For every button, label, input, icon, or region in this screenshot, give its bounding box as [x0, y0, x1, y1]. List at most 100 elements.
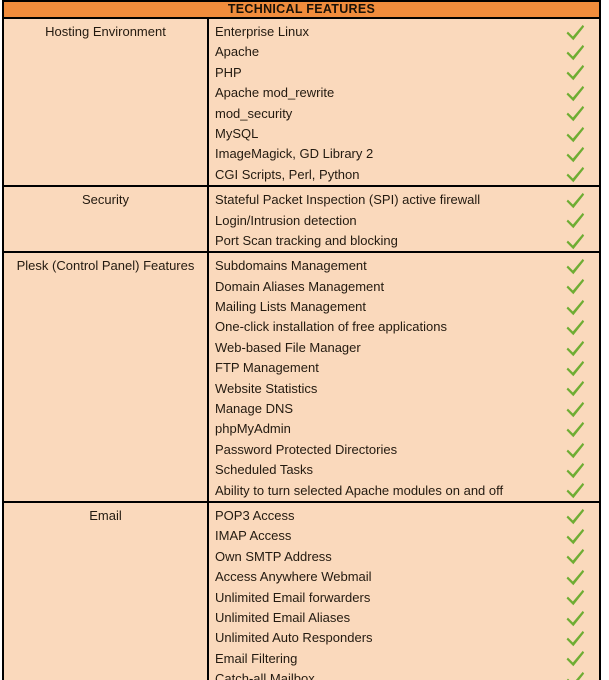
green-checkmark-icon	[566, 45, 585, 61]
feature-label: Scheduled Tasks	[215, 462, 314, 478]
feature-label: Apache	[215, 44, 260, 60]
green-checkmark-icon	[566, 299, 585, 315]
feature-label: Web-based File Manager	[215, 339, 361, 355]
green-checkmark-icon	[566, 528, 585, 545]
green-checkmark-icon	[566, 442, 585, 458]
feature-label: FTP Management	[215, 360, 319, 376]
category-cell: Plesk (Control Panel) Features	[4, 253, 209, 501]
green-checkmark-icon	[566, 651, 585, 667]
feature-label: Ability to turn selected Apache modules …	[215, 482, 504, 498]
green-checkmark-icon	[566, 146, 585, 163]
feature-label: ImageMagick, GD Library 2	[215, 146, 374, 162]
feature-status-cell	[552, 24, 599, 41]
table-body: Hosting Environment Enterprise Linux Apach…	[4, 19, 599, 680]
table-row: Unlimited Email Aliases	[209, 608, 599, 628]
green-checkmark-icon	[566, 590, 585, 606]
table-row: Own SMTP Address	[209, 547, 599, 567]
feature-status-cell	[552, 299, 599, 316]
feature-label: One-click installation of free applicati…	[215, 319, 447, 335]
green-checkmark-icon	[566, 381, 585, 397]
feature-status-cell	[552, 442, 599, 459]
green-checkmark-icon	[566, 549, 585, 565]
feature-status-cell	[552, 126, 599, 143]
table-row: PHP	[209, 63, 599, 83]
feature-status-cell	[552, 258, 599, 275]
feature-status-cell	[552, 421, 599, 438]
feature-status-cell	[552, 278, 599, 295]
feature-status-cell	[552, 548, 599, 565]
feature-status-cell	[552, 462, 599, 479]
feature-status-cell	[552, 360, 599, 377]
table-row: Email Filtering	[209, 649, 599, 669]
table-row: phpMyAdmin	[209, 419, 599, 439]
green-checkmark-icon	[566, 422, 585, 438]
feature-status-cell	[552, 482, 599, 499]
feature-group: Plesk (Control Panel) Features Subdomains…	[4, 253, 599, 503]
feature-status-cell	[552, 508, 599, 525]
table-row: Port Scan tracking and blocking	[209, 231, 599, 251]
feature-list: Stateful Packet Inspection (SPI) active …	[209, 187, 599, 251]
category-cell: Security	[4, 187, 209, 252]
table-row: mod_security	[209, 104, 599, 124]
green-checkmark-icon	[566, 462, 585, 479]
category-label: Hosting Environment	[45, 24, 166, 39]
feature-label: Unlimited Auto Responders	[215, 630, 373, 646]
table-row: Enterprise Linux	[209, 22, 599, 42]
green-checkmark-icon	[566, 401, 585, 417]
table-row: Ability to turn selected Apache modules …	[209, 481, 599, 501]
table-row: Website Statistics	[209, 379, 599, 399]
feature-status-cell	[552, 340, 599, 357]
green-checkmark-icon	[566, 85, 585, 102]
feature-status-cell	[552, 212, 599, 229]
feature-label: POP3 Access	[215, 507, 295, 523]
feature-label: Domain Aliases Management	[215, 278, 385, 294]
table-row: Subdomains Management	[209, 256, 599, 276]
table-row: CGI Scripts, Perl, Python	[209, 165, 599, 185]
green-checkmark-icon	[566, 65, 585, 81]
feature-label: Subdomains Management	[215, 258, 367, 274]
feature-label: IMAP Access	[215, 528, 292, 544]
feature-status-cell	[552, 319, 599, 336]
feature-list: Subdomains Management Domain Aliases Mana…	[209, 253, 599, 501]
feature-label: Unlimited Email forwarders	[215, 589, 371, 605]
green-checkmark-icon	[566, 610, 585, 626]
feature-label: Own SMTP Address	[215, 548, 332, 564]
table-row: Unlimited Email forwarders	[209, 588, 599, 608]
table-row: Login/Intrusion detection	[209, 211, 599, 231]
feature-status-cell	[552, 671, 599, 680]
feature-label: Catch-all Mailbox	[215, 671, 315, 680]
feature-label: Enterprise Linux	[215, 24, 309, 39]
feature-label: Password Protected Directories	[215, 441, 398, 457]
green-checkmark-icon	[566, 192, 585, 209]
feature-status-cell	[552, 64, 599, 81]
table-row: Apache	[209, 42, 599, 62]
table-row: IMAP Access	[209, 526, 599, 546]
feature-status-cell	[552, 630, 599, 647]
feature-label: Website Statistics	[215, 380, 318, 396]
table-row: Scheduled Tasks	[209, 460, 599, 480]
feature-label: Mailing Lists Management	[215, 299, 367, 315]
feature-status-cell	[552, 650, 599, 667]
green-checkmark-icon	[566, 24, 585, 40]
category-label: Email	[89, 507, 122, 523]
table-row: Password Protected Directories	[209, 440, 599, 460]
table-row: Mailing Lists Management	[209, 297, 599, 317]
feature-status-cell	[552, 85, 599, 102]
category-cell: Email	[4, 502, 209, 680]
feature-group: Security Stateful Packet Inspection (SPI)…	[4, 187, 599, 254]
green-checkmark-icon	[566, 630, 585, 647]
green-checkmark-icon	[566, 213, 585, 229]
feature-status-cell	[552, 44, 599, 61]
table-row: Stateful Packet Inspection (SPI) active …	[209, 190, 599, 210]
feature-label: mod_security	[215, 105, 293, 121]
table-row: Unlimited Auto Responders	[209, 628, 599, 648]
feature-label: Apache mod_rewrite	[215, 85, 335, 101]
green-checkmark-icon	[566, 320, 585, 336]
feature-label: PHP	[215, 64, 242, 80]
green-checkmark-icon	[566, 167, 585, 183]
table-row: Apache mod_rewrite	[209, 83, 599, 103]
feature-status-cell	[552, 569, 599, 586]
category-cell: Hosting Environment	[4, 19, 209, 186]
green-checkmark-icon	[566, 569, 585, 586]
feature-label: Email Filtering	[215, 650, 298, 666]
